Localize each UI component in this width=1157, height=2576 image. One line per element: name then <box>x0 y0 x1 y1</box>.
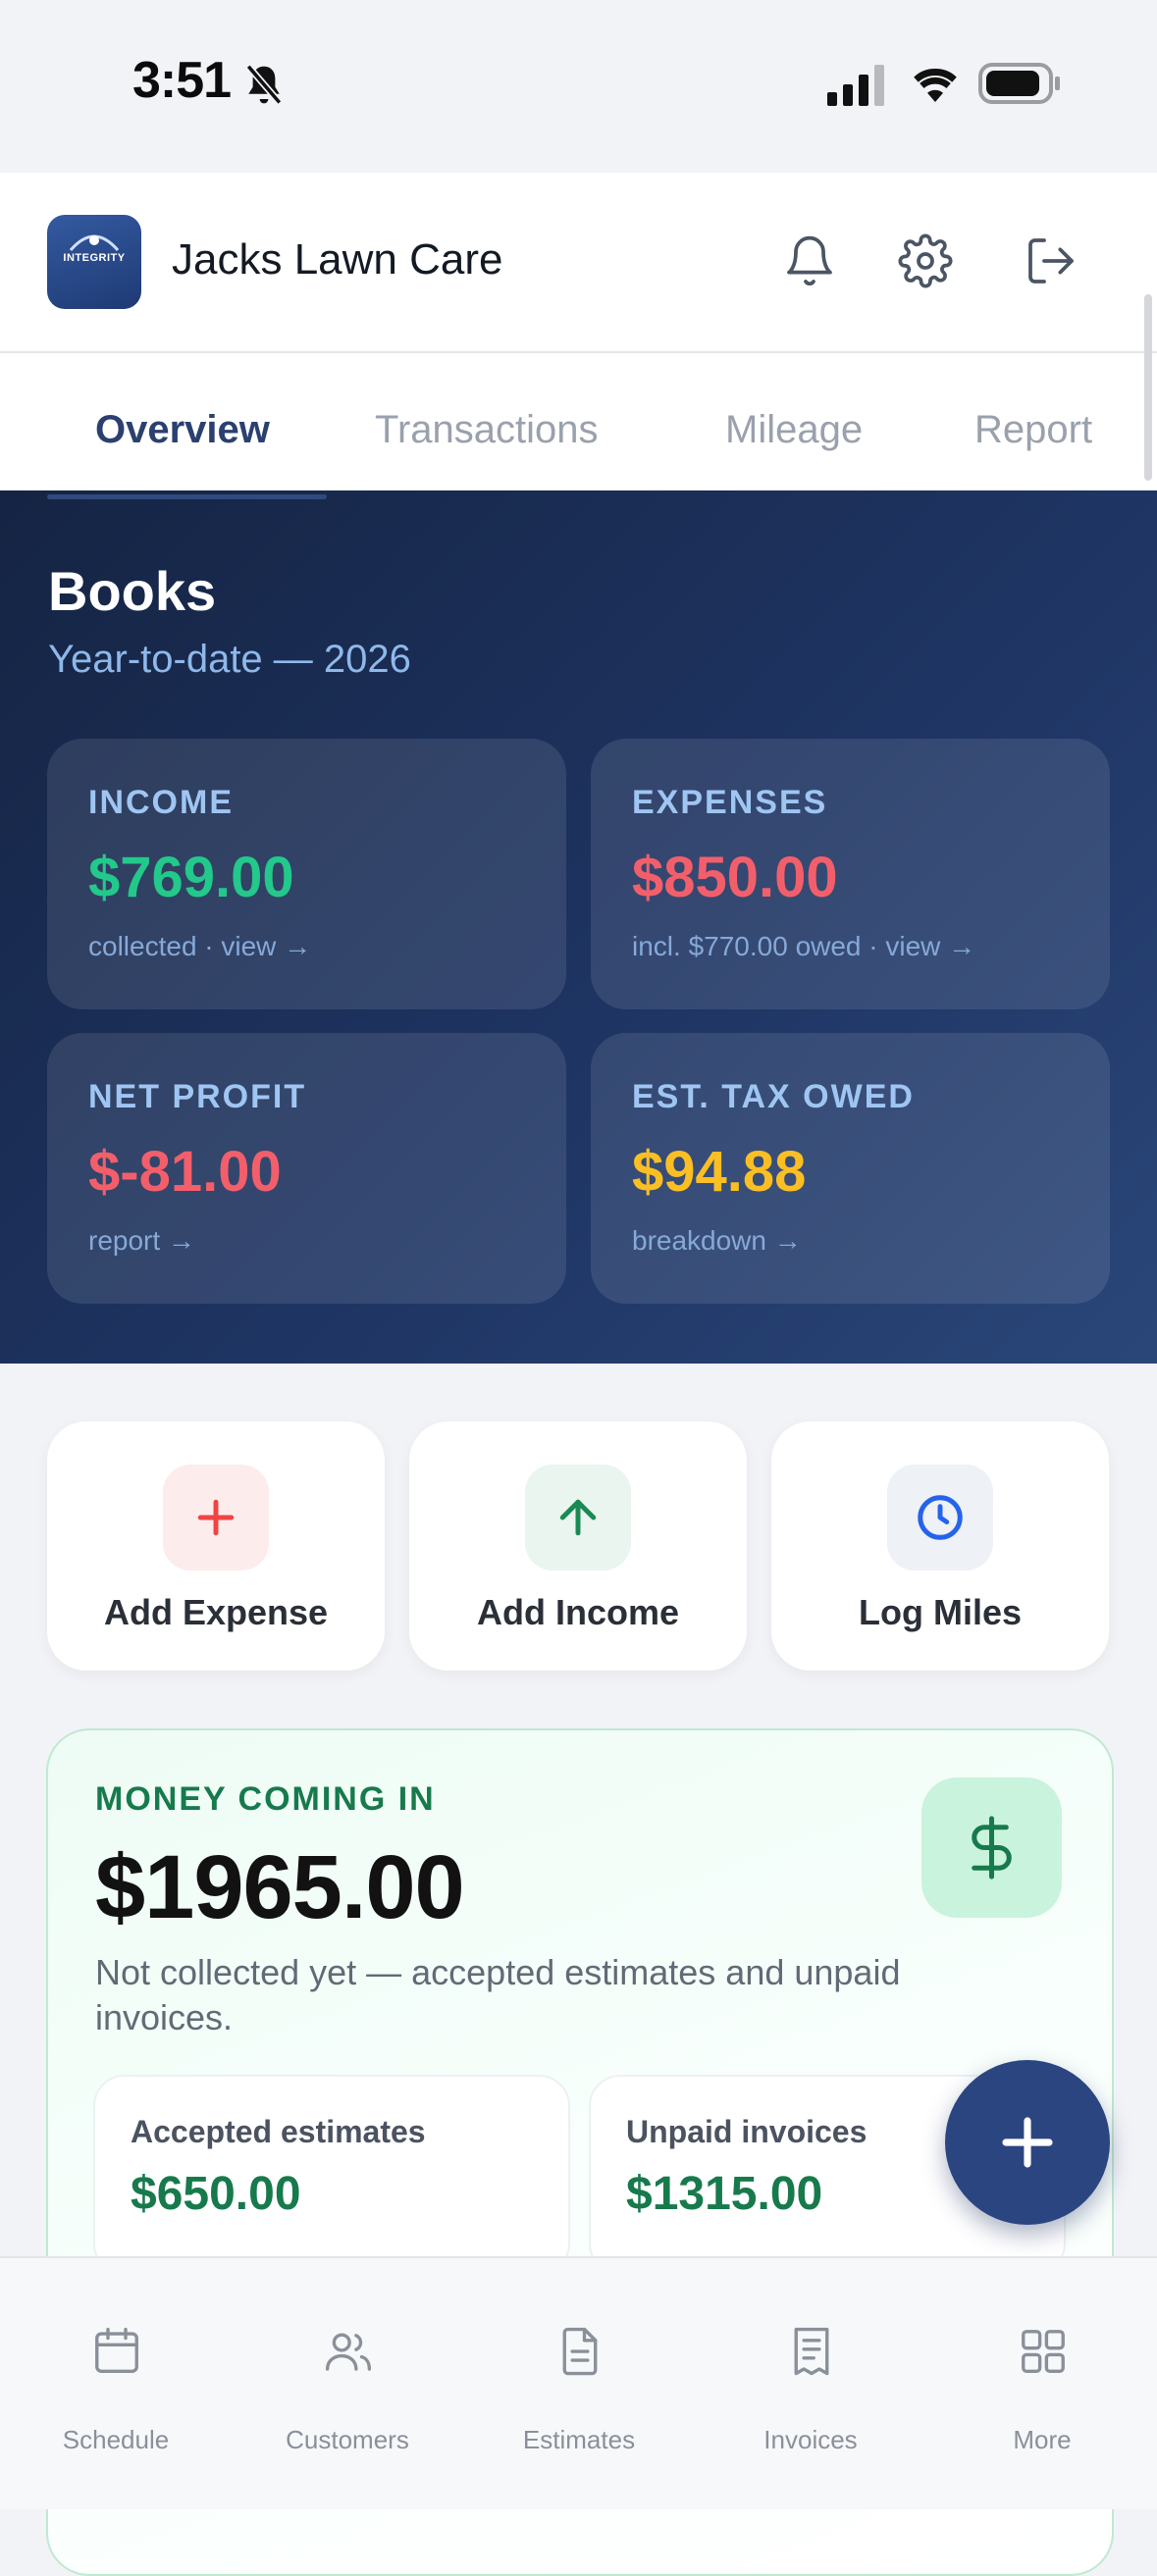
add-expense-button[interactable]: Add Expense <box>47 1421 385 1671</box>
grid-icon <box>1022 2330 1065 2373</box>
nav-customers-label: Customers <box>286 2425 409 2454</box>
expenses-view-link[interactable]: incl. $770.00 owed · view → <box>632 931 975 962</box>
cellular-signal-icon <box>827 65 884 106</box>
unpaid-invoices-label: Unpaid invoices <box>626 2114 868 2149</box>
income-card[interactable]: INCOME $769.00 collected · view → <box>47 739 566 1009</box>
add-expense-label: Add Expense <box>103 1592 329 1632</box>
income-label: INCOME <box>88 784 234 821</box>
business-logo: INTEGRITY <box>47 215 141 309</box>
tab-transactions[interactable]: Transactions <box>375 408 599 452</box>
logo-text: INTEGRITY <box>63 252 126 264</box>
add-income-label: Add Income <box>476 1592 679 1632</box>
clock-icon <box>887 1465 993 1571</box>
wifi-icon <box>914 68 957 102</box>
accepted-estimates-value: $650.00 <box>131 2168 301 2220</box>
tax-owed-card[interactable]: EST. TAX OWED $94.88 breakdown → <box>591 1033 1110 1304</box>
add-income-button[interactable]: Add Income <box>409 1421 747 1671</box>
accepted-estimates-card[interactable]: Accepted estimates $650.00 <box>93 2075 570 2275</box>
tab-report[interactable]: Report <box>974 408 1092 452</box>
net-profit-label: NET PROFIT <box>88 1078 307 1115</box>
active-tab-indicator <box>47 494 327 499</box>
report-link[interactable]: report → <box>88 1225 195 1257</box>
tax-breakdown-link[interactable]: breakdown → <box>632 1225 802 1257</box>
dollar-icon <box>921 1777 1062 1918</box>
arrow-up-icon <box>525 1465 631 1571</box>
income-view-link[interactable]: collected · view → <box>88 931 311 962</box>
books-subtitle: Year-to-date — 2026 <box>48 638 411 681</box>
settings-gear-icon[interactable] <box>898 233 953 288</box>
unpaid-invoices-value: $1315.00 <box>626 2168 823 2220</box>
net-profit-value: $-81.00 <box>88 1140 282 1204</box>
books-title: Books <box>48 560 217 622</box>
battery-icon <box>978 63 1060 104</box>
logout-icon[interactable] <box>1024 233 1078 288</box>
status-time: 3:51 <box>132 52 232 109</box>
silent-mode-icon <box>245 64 283 105</box>
plus-icon <box>163 1465 269 1571</box>
expenses-card[interactable]: EXPENSES $850.00 incl. $770.00 owed · vi… <box>591 739 1110 1009</box>
nav-schedule[interactable]: Schedule <box>0 2256 232 2507</box>
nav-invoices-label: Invoices <box>763 2425 858 2454</box>
net-profit-card[interactable]: NET PROFIT $-81.00 report → <box>47 1033 566 1304</box>
document-icon <box>562 2327 598 2376</box>
nav-more[interactable]: More <box>926 2256 1157 2507</box>
expenses-value: $850.00 <box>632 846 838 909</box>
receipt-icon <box>794 2327 829 2376</box>
expenses-label: EXPENSES <box>632 784 828 821</box>
income-value: $769.00 <box>88 846 294 909</box>
header-scrollbar[interactable] <box>1144 294 1152 481</box>
log-miles-label: Log Miles <box>858 1592 1022 1632</box>
business-name: Jacks Lawn Care <box>172 235 503 283</box>
calendar-icon <box>95 2327 138 2373</box>
tax-owed-label: EST. TAX OWED <box>632 1078 915 1115</box>
tax-owed-value: $94.88 <box>632 1140 807 1204</box>
money-coming-in-description: Not collected yet — accepted estimates a… <box>95 1952 901 2037</box>
plus-icon <box>1002 2117 1053 2168</box>
accepted-estimates-label: Accepted estimates <box>131 2114 426 2149</box>
money-coming-in-amount: $1965.00 <box>95 1837 465 1937</box>
users-icon <box>325 2333 372 2371</box>
nav-customers[interactable]: Customers <box>232 2256 463 2507</box>
tab-mileage[interactable]: Mileage <box>725 408 863 452</box>
money-coming-in-label: MONEY COMING IN <box>95 1780 436 1818</box>
nav-more-label: More <box>1013 2425 1072 2454</box>
nav-schedule-label: Schedule <box>62 2425 170 2454</box>
tab-overview[interactable]: Overview <box>95 408 270 452</box>
add-fab-button[interactable] <box>945 2060 1110 2225</box>
nav-invoices[interactable]: Invoices <box>695 2256 926 2507</box>
nav-estimates-label: Estimates <box>522 2425 636 2454</box>
logo-mark-icon <box>69 234 120 251</box>
nav-estimates[interactable]: Estimates <box>463 2256 695 2507</box>
notification-bell-icon[interactable] <box>782 233 837 288</box>
log-miles-button[interactable]: Log Miles <box>771 1421 1109 1671</box>
